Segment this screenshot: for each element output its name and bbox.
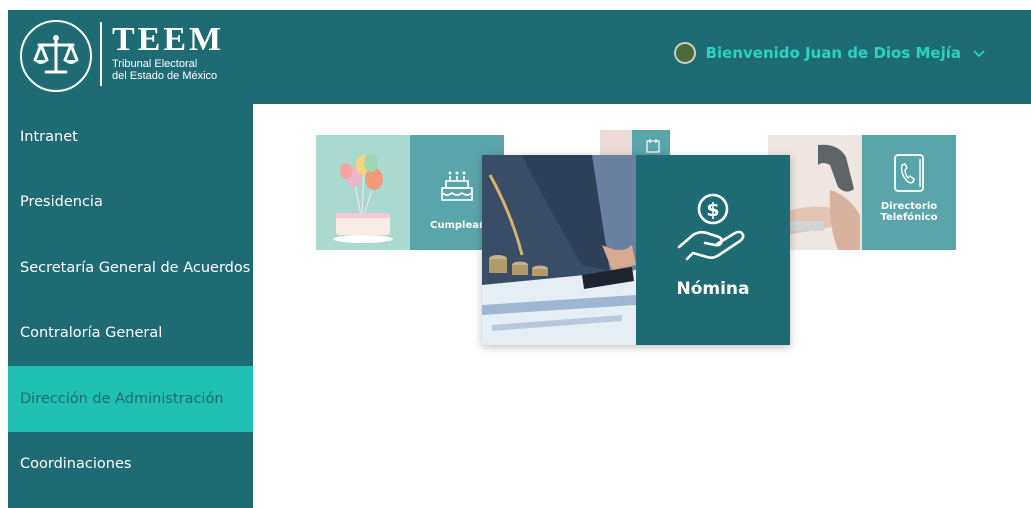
sidebar-item-coordinaciones[interactable]: Coordinaciones: [8, 432, 253, 498]
sidebar-item-label: Presidencia: [20, 194, 103, 211]
sidebar-item-label: Intranet: [20, 128, 78, 145]
directory-card[interactable]: Directorio Telefónico: [768, 135, 956, 250]
calendar-icon: [646, 139, 660, 153]
payroll-panel: $ Nómina: [636, 155, 790, 345]
avatar: [673, 42, 696, 64]
hand-coin-icon: $: [677, 193, 745, 261]
birthday-card[interactable]: Cumpleaños: [316, 135, 504, 250]
sidebar-item-contraloria[interactable]: Contraloría General: [8, 301, 253, 367]
app-frame: TEEM Tribunal Electoral del Estado de Mé…: [8, 10, 1031, 508]
top-bar: TEEM Tribunal Electoral del Estado de Mé…: [8, 10, 1031, 104]
sidebar-item-label: Secretaría General de Acuerdos: [20, 259, 251, 276]
sidebar: Intranet Presidencia Secretaría General …: [8, 104, 253, 508]
payroll-photo: [482, 155, 636, 345]
directory-label-line2: Telefónico: [880, 211, 938, 223]
brand-subtitle-line2: del Estado de México: [112, 70, 218, 82]
sidebar-item-presidencia[interactable]: Presidencia: [8, 170, 253, 236]
brand-subtitle-line1: Tribunal Electoral: [112, 58, 198, 70]
sidebar-item-label: Contraloría General: [20, 325, 163, 342]
scales-of-justice-logo-icon[interactable]: [20, 20, 92, 92]
chevron-down-icon[interactable]: [971, 45, 987, 61]
sidebar-item-secretaria[interactable]: Secretaría General de Acuerdos: [8, 235, 253, 301]
main-content: Cumpleaños Directorio Telefónico $ Nómin…: [253, 104, 1031, 508]
sidebar-item-label: Coordinaciones: [20, 456, 132, 473]
svg-text:$: $: [706, 199, 719, 221]
brand-title: TEEM: [112, 21, 225, 58]
sidebar-item-administracion[interactable]: Dirección de Administración: [8, 366, 253, 432]
sidebar-item-intranet[interactable]: Intranet: [8, 104, 253, 170]
birthday-photo: [316, 135, 410, 250]
welcome-text: Bienvenido Juan de Dios Mejía: [705, 44, 961, 62]
payroll-card[interactable]: $ Nómina: [482, 155, 790, 345]
user-menu[interactable]: Bienvenido Juan de Dios Mejía: [673, 42, 987, 64]
payroll-label: Nómina: [676, 279, 750, 299]
directory-label-line1: Directorio: [880, 200, 938, 212]
directory-panel: Directorio Telefónico: [862, 135, 956, 250]
phone-book-icon: [894, 153, 924, 192]
brand-block: TEEM Tribunal Electoral del Estado de Mé…: [100, 22, 224, 86]
cake-icon: [441, 171, 473, 201]
sidebar-item-label: Dirección de Administración: [20, 390, 224, 407]
